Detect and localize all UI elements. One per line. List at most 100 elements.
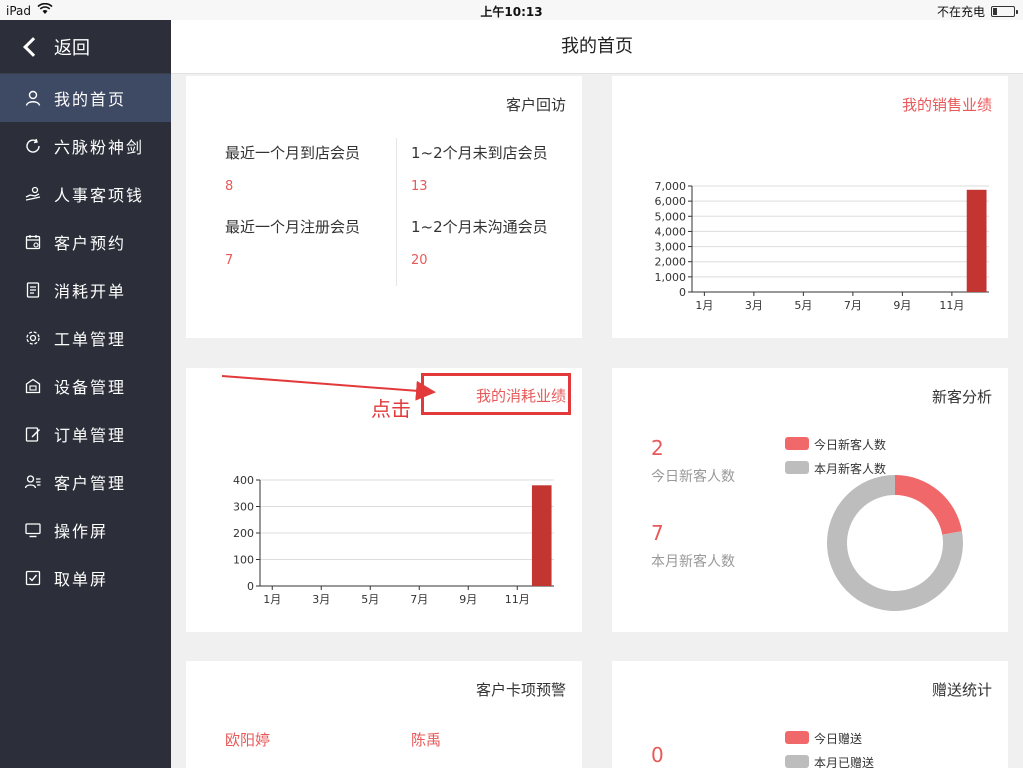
today-new-count: 2 [651, 436, 664, 460]
sidebar-item[interactable]: 消耗开单 [0, 266, 171, 314]
x-tick-label: 7月 [844, 299, 862, 312]
clock: 上午10:13 [480, 5, 543, 19]
y-tick-label: 2,000 [655, 256, 687, 269]
x-tick-label: 11月 [939, 299, 964, 312]
stat-value[interactable]: 20 [411, 253, 428, 268]
sidebar-item[interactable]: 客户管理 [0, 458, 171, 506]
legend-swatch-today[interactable] [785, 437, 809, 450]
x-tick-label: 5月 [361, 593, 379, 606]
donut-slice [895, 475, 962, 535]
legend-swatch-today-gift[interactable] [785, 731, 809, 744]
sidebar-item-label: 消耗开单 [54, 282, 127, 301]
legend-swatch-month[interactable] [785, 461, 809, 474]
sidebar-nav: 我的首页六脉粉神剑人事客项钱客户预约消耗开单工单管理设备管理订单管理客户管理操作… [0, 74, 171, 602]
sidebar-item-label: 客户预约 [54, 234, 127, 253]
annotation-highlight-box [421, 373, 571, 415]
sidebar-item[interactable]: 人事客项钱 [0, 170, 171, 218]
legend-swatch-month-gift[interactable] [785, 755, 809, 768]
x-tick-label: 9月 [459, 593, 477, 606]
customer-visit-card: 客户回访 最近一个月到店会员 8 1~2个月未到店会员 13 最近一个月注册会员… [186, 76, 582, 338]
sidebar-item[interactable]: 操作屏 [0, 506, 171, 554]
x-tick-label: 3月 [312, 593, 330, 606]
user-icon [24, 89, 42, 107]
y-tick-label: 0 [247, 580, 254, 593]
sidebar-item-label: 工单管理 [54, 330, 127, 349]
y-tick-label: 1,000 [655, 271, 687, 284]
y-tick-label: 3,000 [655, 241, 687, 254]
annotation-arrow [221, 375, 436, 401]
sidebar-item[interactable]: 客户预约 [0, 218, 171, 266]
new-customer-card: 新客分析 2 今日新客人数 7 本月新客人数 今日新客人数 本月新客人数 [612, 368, 1008, 632]
sidebar: 返回 我的首页六脉粉神剑人事客项钱客户预约消耗开单工单管理设备管理订单管理客户管… [0, 20, 171, 768]
card-warning-card: 客户卡项预警 欧阳婷 陈禹 [186, 661, 582, 768]
back-button[interactable]: 返回 [0, 20, 171, 74]
sidebar-item-label: 订单管理 [54, 426, 127, 445]
refresh-icon [24, 137, 42, 155]
bar [531, 485, 552, 586]
sidebar-item-label: 操作屏 [54, 522, 109, 541]
hand-coin-icon [24, 185, 42, 203]
sidebar-item-label: 我的首页 [54, 90, 127, 109]
user-list-icon [24, 473, 42, 491]
card-warning-title: 客户卡项预警 [475, 681, 566, 699]
x-tick-label: 1月 [263, 593, 281, 606]
calendar-icon [24, 233, 42, 251]
stat-value[interactable]: 13 [411, 179, 428, 194]
stat-label[interactable]: 最近一个月注册会员 [225, 216, 360, 237]
sidebar-item-label: 设备管理 [54, 378, 127, 397]
sidebar-item-label: 客户管理 [54, 474, 127, 493]
consumption-bar-chart: 0 100 200 300 400 1月 3月 5月 7月 9月 11月 [233, 474, 554, 606]
sidebar-item[interactable]: 订单管理 [0, 410, 171, 458]
sidebar-item-label: 人事客项钱 [54, 186, 145, 205]
charging-status: 不在充电 [936, 5, 985, 19]
x-tick-label: 11月 [505, 593, 530, 606]
y-tick-label: 0 [679, 286, 686, 299]
y-tick-label: 6,000 [655, 195, 687, 208]
battery-icon [991, 6, 1018, 17]
y-tick-label: 400 [233, 474, 254, 487]
sidebar-item[interactable]: 六脉粉神剑 [0, 122, 171, 170]
checkbox-icon [24, 569, 42, 587]
today-new-label: 今日新客人数 [651, 469, 735, 485]
today-gift-count: 0 [651, 743, 664, 767]
gift-stats-title: 赠送统计 [931, 681, 992, 699]
month-new-count: 7 [651, 521, 664, 545]
stat-value[interactable]: 7 [225, 253, 233, 268]
x-tick-label: 5月 [794, 299, 812, 312]
legend-label[interactable]: 今日赠送 [814, 730, 862, 747]
stat-label[interactable]: 1~2个月未沟通会员 [411, 216, 548, 237]
edit-order-icon [24, 425, 42, 443]
gear-icon [24, 329, 42, 347]
legend-label[interactable]: 本月已赠送 [814, 754, 874, 768]
new-customer-donut-chart [827, 475, 963, 611]
status-bar: iPad 上午10:13 不在充电 [0, 0, 1023, 20]
warning-customer-name[interactable]: 欧阳婷 [225, 729, 270, 750]
sidebar-item[interactable]: 设备管理 [0, 362, 171, 410]
page-header: 我的首页 [171, 20, 1023, 74]
y-tick-label: 200 [233, 527, 254, 540]
back-chevron-icon [23, 36, 43, 57]
document-icon [24, 281, 42, 299]
sales-bar-chart: 0 1,000 2,000 3,000 4,000 5,000 6,000 7,000 1月 3月… [655, 180, 989, 312]
stat-value[interactable]: 8 [225, 179, 233, 194]
warning-customer-name[interactable]: 陈禹 [411, 729, 441, 750]
annotation-click-text: 点击 [371, 397, 411, 421]
device-icon [24, 377, 42, 395]
monitor-icon [24, 521, 42, 539]
y-tick-label: 100 [233, 554, 254, 567]
x-tick-label: 9月 [893, 299, 911, 312]
sales-performance-title[interactable]: 我的销售业绩 [902, 94, 992, 115]
sidebar-item[interactable]: 工单管理 [0, 314, 171, 362]
stat-label[interactable]: 最近一个月到店会员 [225, 142, 360, 163]
page-title: 我的首页 [561, 36, 633, 57]
sidebar-item-label: 取单屏 [54, 570, 109, 589]
y-tick-label: 7,000 [655, 180, 687, 193]
stat-label[interactable]: 1~2个月未到店会员 [411, 142, 548, 163]
back-label: 返回 [54, 37, 90, 59]
x-tick-label: 1月 [695, 299, 713, 312]
legend-label[interactable]: 今日新客人数 [814, 436, 886, 453]
sidebar-item-label: 六脉粉神剑 [54, 138, 145, 157]
x-tick-label: 7月 [410, 593, 428, 606]
sidebar-item[interactable]: 取单屏 [0, 554, 171, 602]
sidebar-item[interactable]: 我的首页 [0, 74, 171, 122]
